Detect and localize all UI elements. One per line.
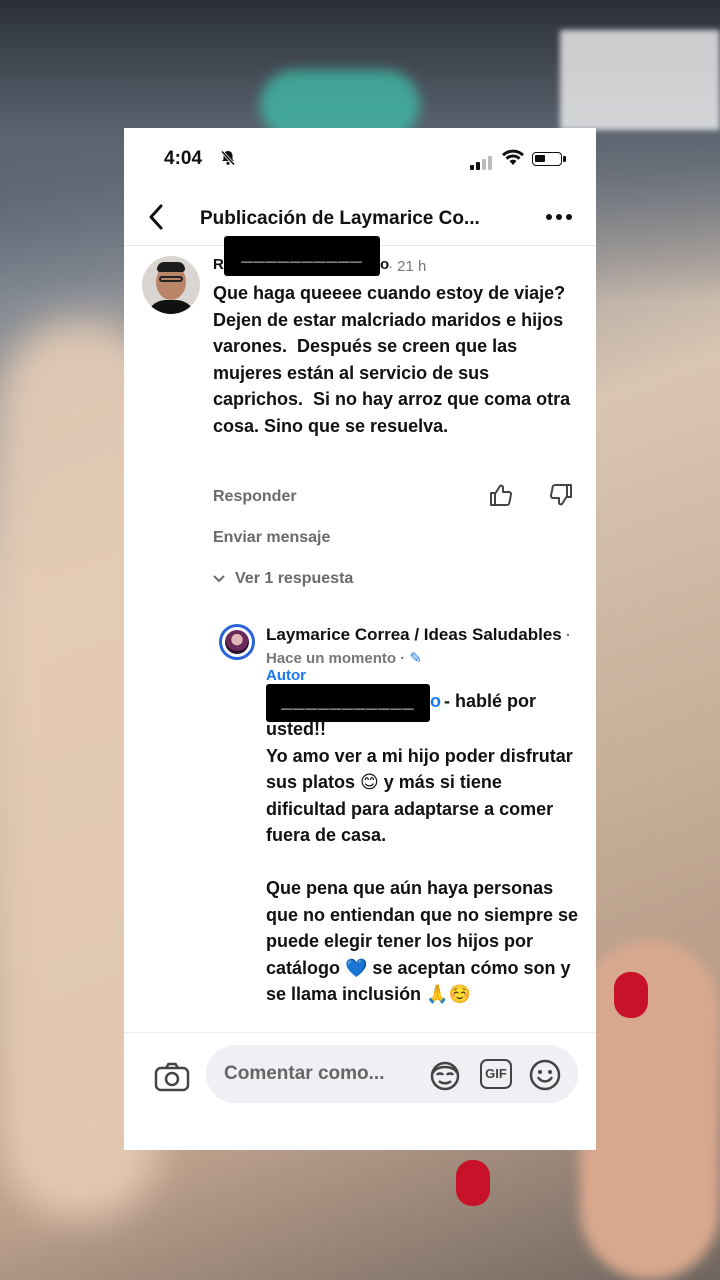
status-bar: 4:04 [124, 128, 596, 190]
signal-icon [470, 152, 494, 170]
avatar-sticker-icon[interactable] [428, 1059, 462, 1096]
view-replies-button[interactable]: Ver 1 respuesta [213, 570, 353, 588]
back-arrow-icon[interactable] [146, 202, 166, 239]
mention-tail[interactable]: o [430, 691, 441, 712]
emoji-icon[interactable] [528, 1058, 562, 1097]
reply-button[interactable]: Responder [213, 488, 297, 506]
comment-placeholder: Comentar como... [224, 1063, 385, 1084]
thumbs-up-icon[interactable] [488, 482, 514, 513]
page-title: Publicación de Laymarice Co... [200, 208, 480, 229]
comment-composer: Comentar como... GIF [124, 1032, 596, 1150]
edit-pencil-icon[interactable]: ✎ [409, 650, 422, 667]
background-hand [580, 940, 720, 1280]
commenter-initial[interactable]: R [213, 256, 224, 273]
chevron-down-icon [213, 572, 225, 586]
wifi-icon [501, 147, 525, 172]
reply-first-line: - hablé por [444, 691, 537, 711]
bell-slash-icon [220, 150, 236, 169]
author-badge: Autor [266, 667, 306, 684]
background-nail [614, 972, 648, 1018]
camera-icon[interactable] [154, 1061, 190, 1098]
comment-timestamp: · 21 h [388, 258, 427, 275]
background-nail [456, 1160, 490, 1206]
background-box [560, 30, 720, 130]
reply-author-line: Laymarice Correa / Ideas Saludables · Ha… [266, 624, 586, 670]
redacted-commenter-name: __________ [224, 236, 380, 276]
comment-input[interactable]: Comentar como... GIF [206, 1045, 578, 1103]
commenter-avatar[interactable] [142, 256, 200, 314]
more-options-icon[interactable] [544, 202, 574, 239]
reply-text: usted!! Yo amo ver a mi hijo poder disfr… [266, 719, 579, 1004]
author-avatar[interactable] [219, 624, 255, 660]
thumbs-down-icon[interactable] [548, 482, 574, 513]
status-time: 4:04 [164, 148, 203, 169]
gif-icon[interactable]: GIF [480, 1059, 512, 1089]
phone-screenshot: 4:04 Publicación de Laymarice Co... R __… [124, 128, 596, 1150]
comment-text: Que haga queeee cuando estoy de viaje? D… [213, 283, 576, 436]
reply-author-name[interactable]: Laymarice Correa / Ideas Saludables [266, 625, 562, 644]
send-message-button[interactable]: Enviar mensaje [213, 529, 330, 547]
battery-icon [532, 152, 566, 166]
